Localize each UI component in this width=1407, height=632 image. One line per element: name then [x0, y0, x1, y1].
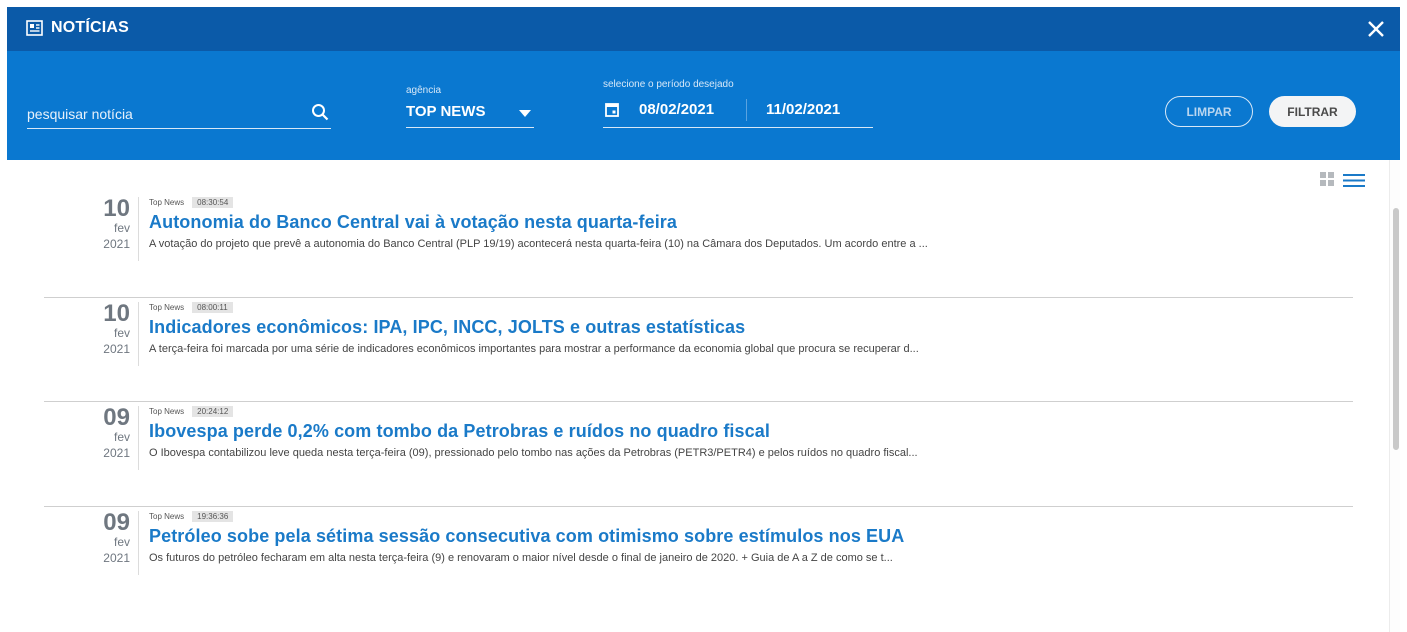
news-agency: Top News	[149, 511, 185, 521]
period-label: selecione o período desejado	[603, 79, 734, 90]
news-meta: Top News 08:00:11	[149, 301, 233, 313]
date-divider	[138, 197, 139, 261]
agency-select[interactable]: TOP NEWS	[406, 97, 534, 128]
date-separator	[746, 99, 747, 121]
search-field	[27, 93, 331, 129]
news-year: 2021	[103, 446, 130, 460]
window-title: NOTÍCIAS	[51, 19, 130, 36]
news-day: 09	[103, 404, 130, 431]
news-month: fev	[113, 221, 130, 235]
date-divider	[138, 510, 139, 575]
news-agency: Top News	[149, 407, 185, 416]
news-date: 10 fev 2021	[84, 197, 130, 253]
news-time: 20:24:12	[192, 406, 234, 417]
news-meta: Top News 08:30:54	[149, 197, 234, 208]
news-list: 10 fev 2021 Top News 08:30:54 Autonomia …	[44, 193, 1353, 611]
end-date-field[interactable]: 11/02/2021	[766, 101, 840, 118]
news-item[interactable]: 09 fev 2021 Top News 20:24:12 Ibovespa p…	[44, 402, 1353, 507]
news-date: 10 fev 2021	[84, 299, 130, 358]
date-divider	[138, 301, 139, 366]
agency-label: agência	[406, 85, 442, 96]
news-time: 19:36:36	[192, 510, 234, 522]
news-year: 2021	[103, 341, 130, 356]
news-item[interactable]: 10 fev 2021 Top News 08:30:54 Autonomia …	[44, 193, 1353, 298]
grid-view-icon[interactable]	[1320, 172, 1334, 186]
news-title[interactable]: Indicadores econômicos: IPA, IPC, INCC, …	[149, 317, 745, 338]
news-date: 09 fev 2021	[84, 406, 130, 462]
news-meta: Top News 20:24:12	[149, 406, 234, 417]
scrollbar[interactable]	[1389, 160, 1400, 632]
caret-down-icon	[519, 110, 531, 117]
news-day: 10	[103, 195, 130, 222]
news-day: 10	[103, 299, 130, 327]
news-title[interactable]: Petróleo sobe pela sétima sessão consecu…	[149, 526, 904, 547]
news-date: 09 fev 2021	[84, 508, 130, 567]
news-month: fev	[113, 534, 130, 549]
news-year: 2021	[103, 550, 130, 565]
news-year: 2021	[103, 237, 130, 251]
search-icon[interactable]	[311, 103, 329, 121]
list-view-icon[interactable]	[1343, 174, 1365, 187]
news-month: fev	[113, 430, 130, 444]
news-agency: Top News	[149, 302, 185, 312]
news-title[interactable]: Ibovespa perde 0,2% com tombo da Petrobr…	[149, 421, 770, 442]
news-day: 09	[103, 508, 130, 536]
news-summary: A votação do projeto que prevê a autonom…	[149, 238, 928, 250]
news-agency: Top News	[149, 198, 185, 207]
search-input[interactable]	[27, 103, 297, 125]
filter-button[interactable]: FILTRAR	[1269, 96, 1356, 127]
title-bar: NOTÍCIAS	[7, 7, 1400, 51]
news-summary: A terça-feira foi marcada por uma série …	[149, 342, 919, 355]
news-meta: Top News 19:36:36	[149, 510, 234, 522]
news-time: 08:00:11	[192, 301, 233, 313]
news-item[interactable]: 09 fev 2021 Top News 19:36:36 Petróleo s…	[44, 507, 1353, 612]
news-item[interactable]: 10 fev 2021 Top News 08:00:11 Indicadore…	[44, 298, 1353, 402]
agency-value: TOP NEWS	[406, 103, 486, 120]
calendar-icon[interactable]	[605, 102, 619, 117]
news-time: 08:30:54	[192, 197, 234, 208]
start-date-field[interactable]: 08/02/2021	[639, 101, 714, 118]
news-month: fev	[113, 325, 130, 340]
news-title[interactable]: Autonomia do Banco Central vai à votação…	[149, 212, 677, 233]
close-icon[interactable]	[1364, 17, 1388, 41]
scrollbar-thumb[interactable]	[1393, 208, 1399, 450]
date-divider	[138, 406, 139, 470]
clear-button[interactable]: LIMPAR	[1165, 96, 1253, 127]
filter-bar: agência TOP NEWS selecione o período des…	[7, 51, 1400, 160]
date-range-picker: 08/02/2021 11/02/2021	[603, 93, 873, 128]
newspaper-icon	[26, 20, 43, 36]
news-summary: Os futuros do petróleo fecharam em alta …	[149, 551, 893, 564]
news-summary: O Ibovespa contabilizou leve queda nesta…	[149, 447, 918, 459]
